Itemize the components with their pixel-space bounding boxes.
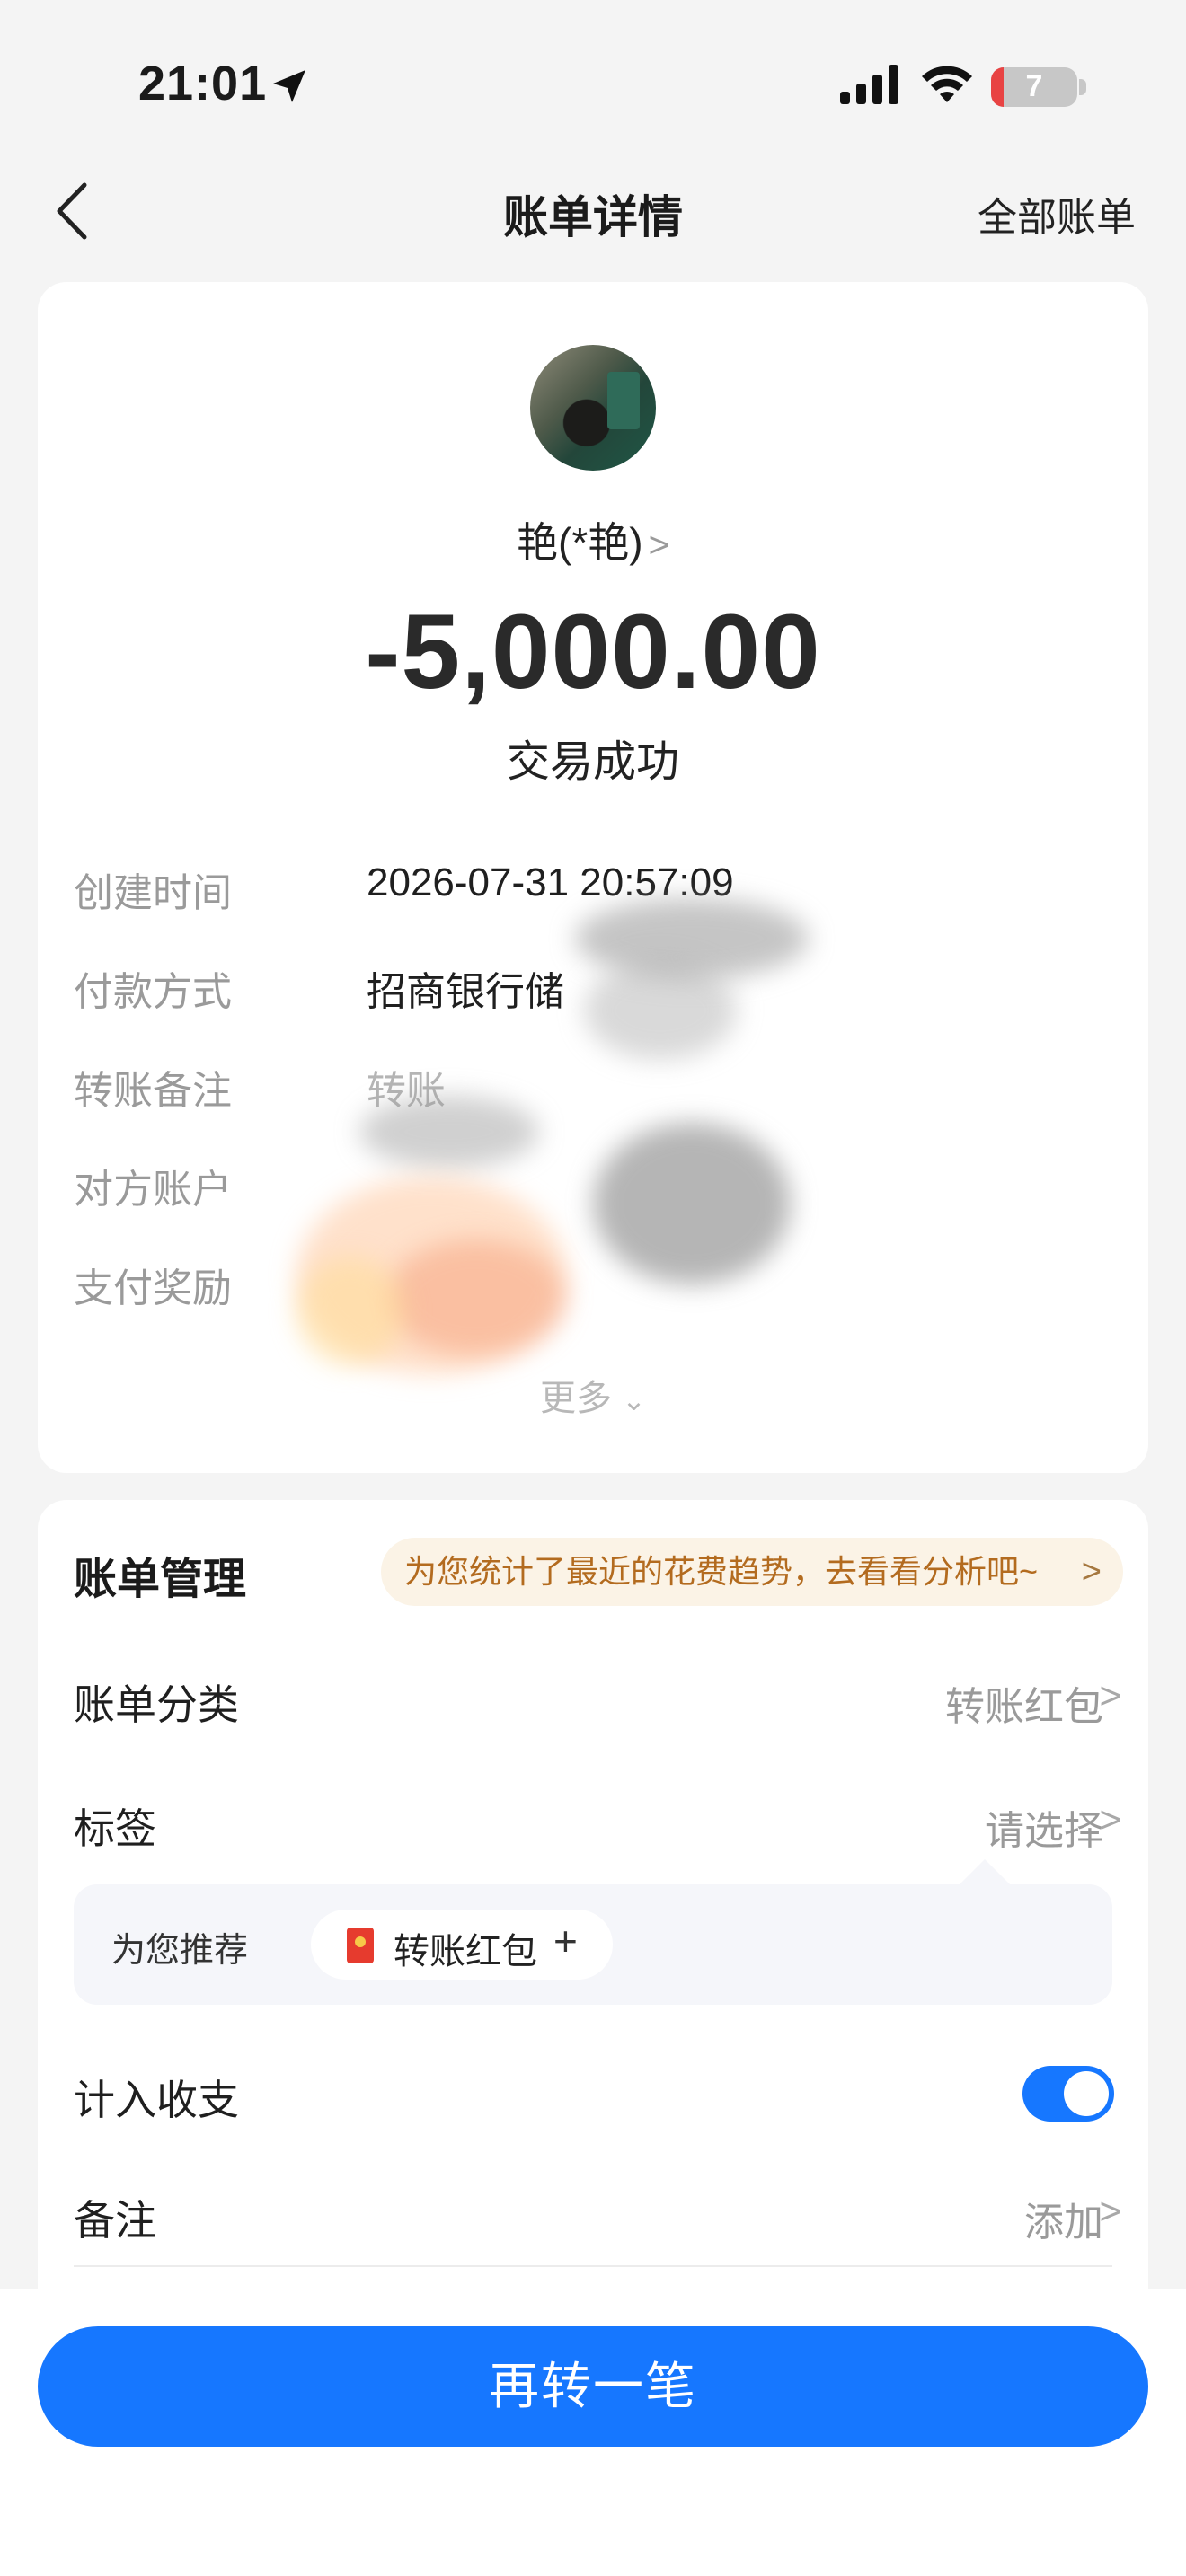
payee-name: 艳(*艳)	[517, 519, 643, 566]
recommended-tag-chip[interactable]: 转账红包 +	[311, 1910, 613, 1980]
page-title: 账单详情	[503, 192, 683, 243]
recommend-pointer	[958, 1859, 1012, 1886]
more-toggle[interactable]: 更多 ⌄	[503, 1369, 683, 1421]
transfer-again-button[interactable]: 再转一笔	[38, 2326, 1148, 2447]
transaction-status: 交易成功	[506, 738, 679, 786]
redaction-smudge	[359, 1096, 539, 1168]
battery-icon: 7	[991, 67, 1077, 107]
divider	[74, 2265, 1112, 2267]
cellular-signal-icon	[840, 65, 898, 104]
battery-tip	[1079, 79, 1086, 95]
note-label: 备注	[74, 2197, 156, 2244]
detail-label-payment: 付款方式	[74, 970, 232, 1014]
plus-icon: +	[553, 1918, 578, 1964]
count-in-balance-toggle[interactable]	[1022, 2066, 1114, 2122]
spending-analysis-banner[interactable]: 为您统计了最近的花费趋势，去看看分析吧~ >	[381, 1538, 1123, 1606]
red-envelope-icon	[347, 1928, 374, 1963]
chip-label: 转账红包	[394, 1932, 537, 1972]
count-in-balance-label: 计入收支	[74, 2077, 239, 2123]
detail-label-account: 对方账户	[74, 1168, 232, 1212]
wifi-icon	[922, 66, 972, 102]
chevron-right-icon[interactable]: >	[1099, 2190, 1121, 2233]
chevron-down-icon: ⌄	[622, 1384, 646, 1416]
detail-label-reward: 支付奖励	[74, 1266, 232, 1310]
chevron-right-icon: >	[1081, 1553, 1102, 1591]
chevron-right-icon[interactable]: >	[1099, 1674, 1121, 1717]
chevron-right-icon[interactable]: >	[1099, 1798, 1121, 1841]
battery-level: 7	[1025, 69, 1043, 103]
category-label: 账单分类	[74, 1681, 239, 1728]
redaction-smudge	[386, 1239, 566, 1356]
payee-name-link[interactable]: 艳(*艳) >	[323, 510, 863, 569]
tag-label: 标签	[74, 1805, 156, 1852]
redaction-smudge	[296, 1257, 404, 1365]
chevron-right-icon: >	[648, 525, 669, 565]
detail-label-created: 创建时间	[74, 871, 232, 915]
status-time: 21:01	[138, 57, 268, 110]
section-title: 账单管理	[74, 1556, 247, 1603]
more-label: 更多	[540, 1379, 613, 1418]
transaction-amount: -5,000.00	[365, 593, 821, 711]
hint-text: 为您统计了最近的花费趋势，去看看分析吧~	[404, 1553, 1039, 1590]
category-value[interactable]: 转账红包	[945, 1674, 1103, 1732]
detail-label-remark: 转账备注	[74, 1069, 232, 1113]
location-arrow-icon	[273, 70, 305, 102]
redaction-smudge	[593, 1123, 791, 1284]
tag-select[interactable]: 请选择	[985, 1798, 1103, 1856]
note-add[interactable]: 添加	[1024, 2190, 1103, 2247]
back-chevron-icon[interactable]	[50, 180, 93, 243]
detail-value-payment: 招商银行储	[367, 970, 564, 1014]
payee-avatar[interactable]	[530, 345, 656, 471]
recommend-label: 为您推荐	[111, 1932, 249, 1970]
redaction-smudge	[584, 961, 737, 1060]
all-bills-link[interactable]: 全部账单	[978, 185, 1136, 243]
